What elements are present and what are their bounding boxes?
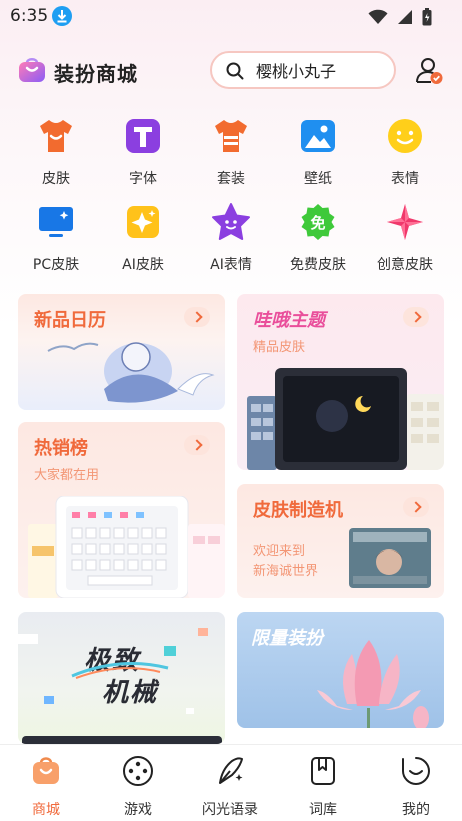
signal-icon (397, 9, 412, 24)
chevron-right-icon[interactable] (403, 497, 429, 517)
category-label: AI表情 (210, 257, 252, 273)
free-badge-icon: 免 (301, 204, 335, 240)
category-wallpaper[interactable]: 壁纸 (283, 116, 353, 188)
chevron-right-icon[interactable] (184, 435, 210, 455)
star-face-icon (212, 203, 250, 240)
download-icon (52, 6, 72, 26)
nav-label: 商城 (32, 802, 60, 818)
category-emoji[interactable]: 表情 (370, 116, 440, 188)
decor-block (164, 646, 176, 656)
suit-icon (215, 120, 247, 152)
status-time: 6:35 (10, 6, 49, 26)
keyboard-edge (22, 736, 222, 744)
category-label: PC皮肤 (32, 257, 80, 273)
category-creative-skin[interactable]: 创意皮肤 (370, 202, 440, 274)
card-mechanical[interactable]: 极致 机械 (18, 612, 225, 744)
wallpaper-icon (301, 120, 335, 152)
status-icons (364, 6, 432, 26)
search-icon[interactable] (226, 62, 244, 80)
card-title: 热销榜 (34, 438, 88, 459)
nav-games[interactable]: 游戏 (98, 755, 178, 819)
nav-quotes[interactable]: 闪光语录 (190, 755, 270, 819)
category-label: 创意皮肤 (377, 257, 433, 273)
swoosh-decoration (71, 662, 169, 679)
search-input[interactable] (256, 57, 386, 83)
header: 装扮商城 (0, 50, 462, 92)
search-box[interactable] (210, 51, 396, 89)
nav-profile[interactable]: 我的 (376, 755, 456, 819)
nav-label: 闪光语录 (202, 802, 258, 818)
category-label: AI皮肤 (122, 257, 164, 273)
decor-block (44, 696, 54, 704)
page-title: 装扮商城 (54, 62, 138, 86)
card-wow-theme[interactable]: 哇哦主题 精品皮肤 (237, 294, 444, 470)
card-subtitle: 大家都在用 (34, 468, 100, 483)
bottom-nav: 商城 游戏 闪光语录 词库 我的 (0, 744, 462, 821)
card-limited[interactable]: 限量装扮 (237, 612, 444, 728)
nav-label: 词库 (309, 802, 337, 818)
card-title: 哇哦主题 (253, 310, 325, 331)
category-label: 套装 (217, 171, 245, 187)
category-pc-skin[interactable]: PC皮肤 (21, 202, 91, 274)
theme-keyboard-preview (247, 368, 444, 470)
store-logo-icon (19, 58, 45, 82)
chevron-right-icon[interactable] (184, 307, 210, 327)
card-subtitle: 新海诚世界 (253, 564, 319, 579)
nav-label: 游戏 (124, 802, 152, 818)
mall-bag-icon (33, 757, 59, 784)
bookmark-book-icon (311, 757, 335, 785)
pinwheel-icon (387, 204, 423, 240)
category-label: 皮肤 (42, 171, 70, 187)
font-t-icon (126, 119, 160, 153)
chevron-right-icon[interactable] (403, 307, 429, 327)
category-font[interactable]: 字体 (108, 116, 178, 188)
ai-star-icon (127, 206, 159, 238)
decor-block (18, 634, 38, 644)
nav-label: 我的 (402, 802, 430, 818)
smile-profile-icon (402, 757, 431, 786)
gamepad-icon (123, 756, 153, 786)
category-ai-skin[interactable]: AI皮肤 (108, 202, 178, 274)
card-subtitle: 精品皮肤 (253, 340, 306, 355)
svg-text:免: 免 (310, 214, 325, 232)
category-label: 表情 (391, 171, 419, 187)
user-verified-icon[interactable] (414, 56, 444, 86)
anime-skin-preview (349, 528, 431, 588)
status-bar: 6:35 (0, 0, 462, 32)
category-skin[interactable]: 皮肤 (21, 116, 91, 188)
category-label: 免费皮肤 (290, 257, 346, 273)
decor-block (186, 708, 194, 714)
category-label: 壁纸 (304, 171, 332, 187)
card-skin-maker[interactable]: 皮肤制造机 欢迎来到 新海诚世界 (237, 484, 444, 598)
category-suit[interactable]: 套装 (196, 116, 266, 188)
shirt-icon (40, 120, 72, 152)
battery-icon (422, 7, 432, 25)
wifi-icon (368, 9, 388, 24)
decor-block (198, 628, 208, 636)
nav-mall[interactable]: 商城 (6, 755, 86, 819)
lotus-illustration (317, 640, 429, 728)
category-free-skin[interactable]: 免 免费皮肤 (283, 202, 353, 274)
monitor-icon (39, 207, 73, 237)
emoji-icon (388, 119, 422, 153)
category-label: 字体 (129, 171, 157, 187)
card-subtitle: 欢迎来到 (253, 544, 306, 559)
card-title: 皮肤制造机 (253, 500, 343, 521)
nav-lexicon[interactable]: 词库 (283, 755, 363, 819)
calendar-illustration (47, 342, 215, 403)
hot-keyboard-preview (28, 496, 225, 598)
card-new-calendar[interactable]: 新品日历 (18, 294, 225, 410)
category-ai-emoji[interactable]: AI表情 (196, 202, 266, 274)
card-hot-list[interactable]: 热销榜 大家都在用 (18, 422, 225, 598)
quill-icon (219, 757, 243, 784)
